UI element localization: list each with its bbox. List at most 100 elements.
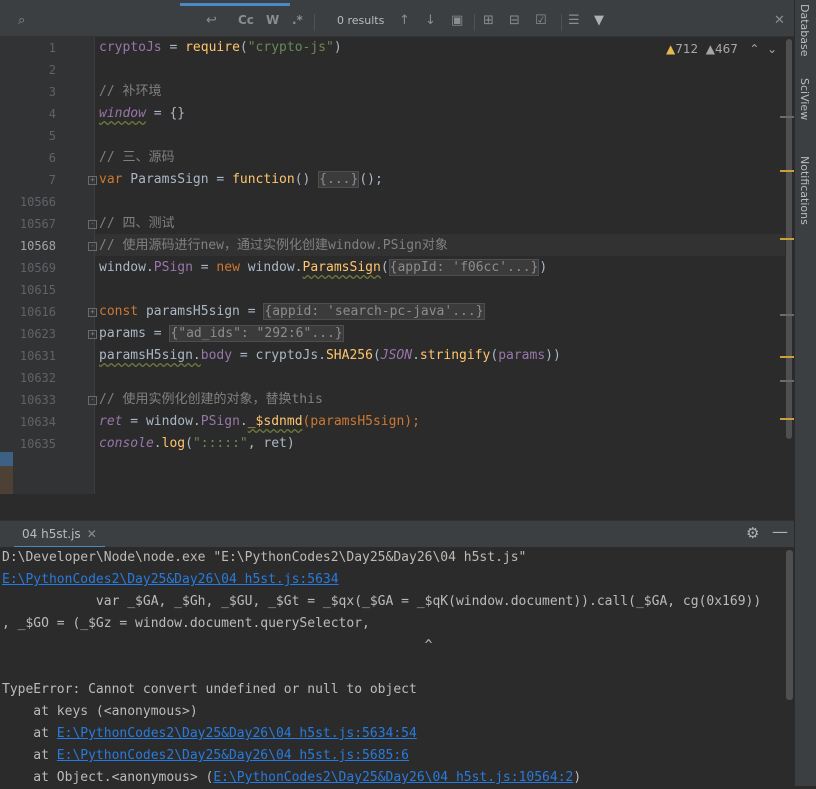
folded-block[interactable]: {...} (318, 171, 360, 188)
line-number: 10569 (19, 261, 56, 275)
line-number: 4 (48, 107, 56, 121)
code-comment[interactable]: // 三、源码 (99, 147, 174, 169)
code-line[interactable]: ret = window.PSign._$sdnmd(paramsH5sign)… (99, 411, 420, 433)
code-comment[interactable]: // 四、测试 (99, 213, 174, 235)
active-tab-indicator (180, 3, 290, 6)
error-stripe-mark[interactable] (780, 380, 794, 382)
run-tab-label: 04 h5st.js (22, 527, 81, 541)
words-button[interactable]: W (266, 13, 279, 27)
code-comment[interactable]: // 使用源码进行new，通过实例化创建window.PSign对象 (99, 235, 448, 257)
arrow-down-icon[interactable]: ↓ (425, 13, 436, 28)
line-number: 6 (48, 151, 56, 165)
line-number: 1 (48, 41, 56, 55)
line-number: 10566 (19, 195, 56, 209)
run-tool-window-header: 04 h5st.js ✕ ⚙ — (0, 520, 794, 549)
regex-button[interactable]: .* (292, 13, 303, 27)
filter-icon[interactable]: ▼ (594, 13, 604, 28)
warning-stripe-mark[interactable] (780, 418, 794, 420)
weak-warning-icon: ▲ (705, 42, 716, 56)
code-line[interactable]: var ParamsSign = function() {...}(); (99, 169, 383, 191)
database-tool-button[interactable]: Database (798, 4, 811, 57)
results-count: 0 results (337, 14, 385, 27)
editor-bottom-area (0, 494, 794, 520)
code-line[interactable]: params = {"ad_ids": "292:6"...} (99, 323, 344, 345)
warning-stripe-mark[interactable] (780, 356, 794, 358)
search-icon[interactable]: ⌕ (18, 13, 25, 28)
line-number: 3 (48, 85, 56, 99)
code-line[interactable]: paramsH5sign.body = cryptoJs.SHA256(JSON… (99, 345, 561, 367)
line-number: 10616 (19, 305, 56, 319)
code-line[interactable]: cryptoJs = require("crypto-js") (99, 37, 342, 59)
fold-toggle-icon[interactable]: - (88, 396, 97, 405)
inspection-widget[interactable]: ▲712 ▲467 ⌃ ⌄ (666, 42, 777, 56)
line-number: 10634 (19, 415, 56, 429)
line-number: 10632 (19, 371, 56, 385)
line-number: 10567 (19, 217, 56, 231)
chevron-down-icon[interactable]: ⌄ (767, 42, 777, 56)
console-line: , _$GO = (_$Gz = window.document.querySe… (2, 616, 370, 631)
gear-icon[interactable]: ⚙ (746, 524, 759, 542)
add-occurrence-icon[interactable]: ⊞ (483, 13, 494, 28)
warning-stripe-mark[interactable] (780, 238, 794, 240)
console-line: D:\Developer\Node\node.exe "E:\PythonCod… (2, 550, 527, 565)
match-case-button[interactable]: Cc (238, 13, 254, 27)
code-line[interactable]: console.log(":::::", ret) (99, 433, 295, 455)
warning-count: 712 (675, 42, 699, 56)
fold-toggle-icon[interactable]: - (88, 220, 97, 229)
fold-toggle-icon[interactable]: + (88, 176, 97, 185)
console-line: at E:\PythonCodes2\Day25&Day26\04 h5st.j… (2, 726, 417, 741)
console-file-link[interactable]: E:\PythonCodes2\Day25&Day26\04 h5st.js:5… (57, 726, 417, 741)
filter-lines-icon[interactable]: ☰ (568, 13, 580, 28)
line-number: 10635 (19, 437, 56, 451)
line-number: 7 (48, 173, 56, 187)
console-line: at keys (<anonymous>) (2, 704, 198, 719)
notifications-tool-button[interactable]: Notifications (798, 156, 811, 225)
folded-block[interactable]: {appId: 'f06cc'...} (388, 259, 540, 276)
hide-icon[interactable]: — (772, 522, 788, 541)
remove-occurrence-icon[interactable]: ⊟ (509, 13, 520, 28)
console-file-link[interactable]: E:\PythonCodes2\Day25&Day26\04 h5st.js:5… (2, 569, 339, 591)
line-number: 10623 (19, 327, 56, 341)
line-number: 2 (48, 63, 56, 77)
fold-toggle-icon[interactable]: - (88, 242, 97, 251)
search-input[interactable] (40, 14, 194, 32)
select-all-icon[interactable]: ▣ (451, 13, 463, 28)
new-line-icon[interactable]: ↩ (206, 13, 217, 28)
code-line[interactable]: window.PSign = new window.ParamsSign({ap… (99, 257, 547, 279)
folded-block[interactable]: {appid: 'search-pc-java'...} (263, 303, 485, 320)
fold-toggle-icon[interactable]: + (88, 308, 97, 317)
console-error-line: TypeError: Cannot convert undefined or n… (2, 682, 417, 697)
line-number: 10633 (19, 393, 56, 407)
arrow-up-icon[interactable]: ↑ (399, 13, 410, 28)
separator (561, 14, 562, 31)
code-line[interactable]: const paramsH5sign = {appid: 'search-pc-… (99, 301, 485, 323)
code-comment[interactable]: // 使用实例化创建的对象，替换this (99, 389, 323, 411)
fold-toggle-icon[interactable]: + (88, 330, 97, 339)
editor-scrollbar[interactable] (786, 37, 794, 494)
run-tab[interactable]: 04 h5st.js ✕ (14, 521, 105, 549)
warning-stripe-mark[interactable] (780, 170, 794, 172)
code-comment[interactable]: // 补环境 (99, 81, 161, 103)
close-icon[interactable]: ✕ (87, 527, 97, 541)
line-number: 10615 (19, 283, 56, 297)
sciview-tool-button[interactable]: SciView (798, 78, 811, 120)
console-line: ^ (2, 638, 433, 653)
chevron-up-icon[interactable]: ⌃ (749, 42, 759, 56)
error-stripe-mark[interactable] (780, 116, 794, 118)
code-line[interactable]: window = {} (99, 103, 185, 125)
close-icon[interactable]: ✕ (774, 13, 785, 28)
console-line: var _$GA, _$Gh, _$GU, _$Gt = _$qx(_$GA =… (2, 594, 762, 609)
console-file-link[interactable]: E:\PythonCodes2\Day25&Day26\04 h5st.js:5… (57, 748, 409, 763)
warning-icon: ▲ (666, 42, 676, 56)
console-file-link[interactable]: E:\PythonCodes2\Day25&Day26\04 h5st.js:1… (213, 770, 573, 785)
folded-block[interactable]: {"ad_ids": "292:6"...} (169, 325, 344, 342)
console-line: at E:\PythonCodes2\Day25&Day26\04 h5st.j… (2, 748, 409, 763)
find-bar: ⌕ ↩ Cc W .* 0 results ↑ ↓ ▣ ⊞ ⊟ ☑ ☰ ▼ ✕ (0, 8, 794, 37)
right-tool-strip: Database SciView Notifications (794, 0, 816, 786)
weak-warning-count: 467 (715, 42, 738, 56)
editor-tab-strip (0, 0, 794, 8)
separator (474, 14, 475, 31)
console-scrollbar[interactable] (786, 550, 793, 700)
error-stripe-mark[interactable] (780, 314, 794, 316)
toggle-occurrences-icon[interactable]: ☑ (535, 13, 547, 28)
